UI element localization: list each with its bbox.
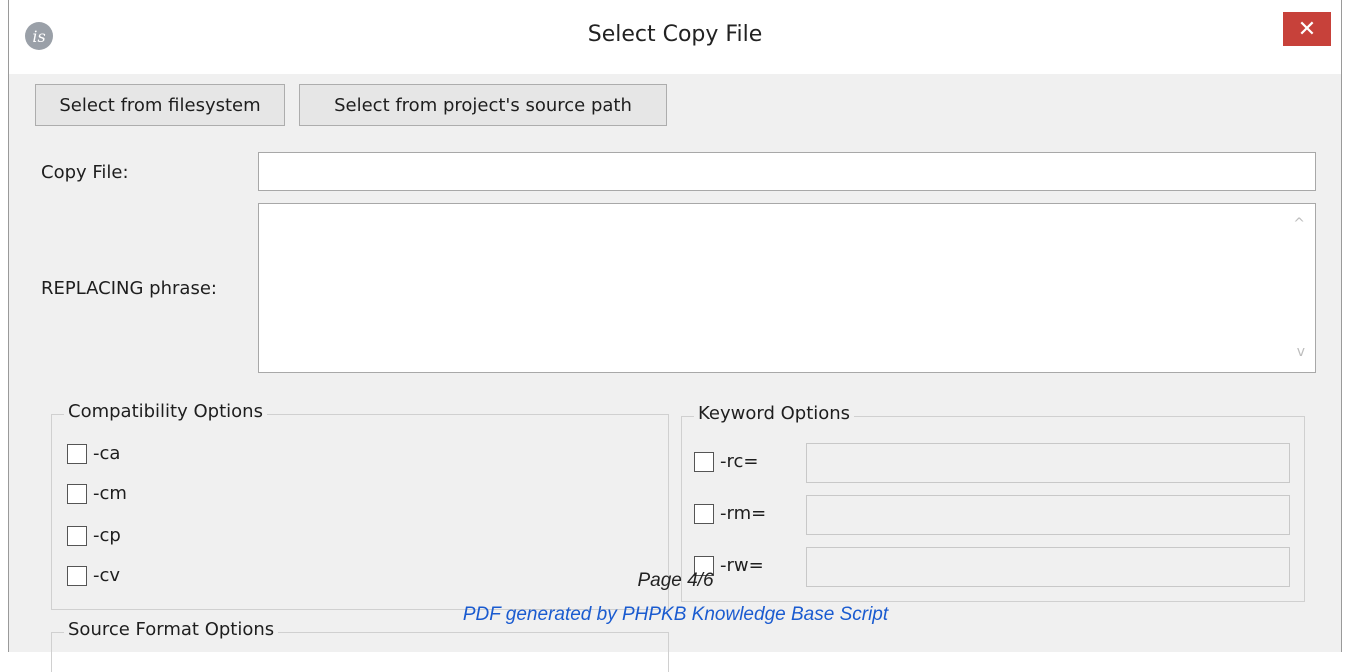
scroll-up-icon[interactable]: ^: [1293, 216, 1305, 232]
option-ca-label: -ca: [93, 443, 121, 464]
option-rc-label: -rc=: [720, 451, 759, 472]
checkbox-rc[interactable]: [694, 451, 714, 472]
checkbox-cp[interactable]: [67, 525, 87, 546]
option-ca[interactable]: -ca: [67, 443, 120, 464]
rc-input[interactable]: [806, 443, 1290, 483]
copy-file-label: Copy File:: [41, 162, 129, 183]
close-button[interactable]: ✕: [1283, 12, 1331, 46]
select-from-filesystem-button[interactable]: Select from filesystem: [35, 84, 285, 126]
pdf-generated-note: PDF generated by PHPKB Knowledge Base Sc…: [462, 604, 889, 625]
copy-file-input[interactable]: [258, 152, 1316, 191]
compatibility-options-title: Compatibility Options: [64, 401, 267, 422]
rm-input[interactable]: [806, 495, 1290, 535]
close-icon: ✕: [1297, 16, 1317, 42]
select-from-project-source-path-button[interactable]: Select from project's source path: [299, 84, 667, 126]
keyword-options-title: Keyword Options: [694, 403, 855, 424]
option-cm-label: -cm: [93, 483, 127, 504]
scroll-down-icon[interactable]: v: [1297, 344, 1305, 360]
option-cp-label: -cp: [93, 525, 121, 546]
option-rm[interactable]: -rm=: [694, 503, 766, 524]
option-cm[interactable]: -cm: [67, 483, 127, 504]
checkbox-cm[interactable]: [67, 483, 87, 504]
replacing-phrase-textarea[interactable]: ^ v: [258, 203, 1316, 373]
dialog-title: Select Copy File: [587, 22, 763, 47]
option-rm-label: -rm=: [720, 503, 767, 524]
option-cp[interactable]: -cp: [67, 525, 121, 546]
page-number-overlay: Page 4/6: [637, 570, 714, 591]
option-rc[interactable]: -rc=: [694, 451, 758, 472]
source-format-options-group: Source Format Options: [51, 619, 669, 672]
dialog-window: is Select Copy File ✕ Select from filesy…: [8, 0, 1342, 672]
title-bar: is Select Copy File ✕: [9, 0, 1341, 74]
checkbox-rm[interactable]: [694, 503, 714, 524]
replacing-phrase-label: REPLACING phrase:: [41, 278, 217, 299]
checkbox-ca[interactable]: [67, 443, 87, 464]
